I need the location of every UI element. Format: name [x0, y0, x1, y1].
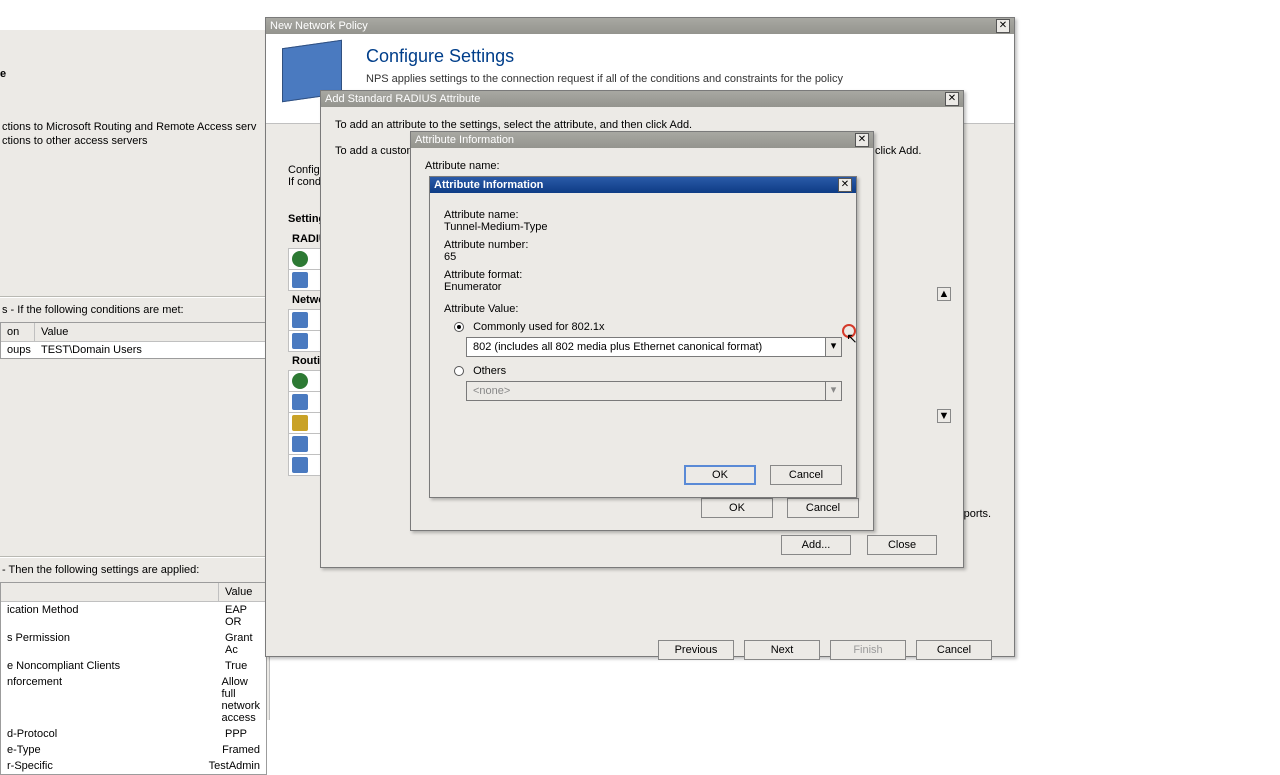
- rras-icon: [292, 457, 308, 473]
- settings-row: nforcementAllow full network access: [1, 674, 266, 726]
- ai2-title: Attribute Information: [434, 177, 543, 193]
- cancel-button[interactable]: Cancel: [916, 640, 992, 660]
- ai1-name-label: Attribute name:: [425, 160, 859, 172]
- cancel-button[interactable]: Cancel: [770, 465, 842, 485]
- attr-format-value: Enumerator: [444, 281, 842, 293]
- asr-title: Add Standard RADIUS Attribute: [325, 91, 480, 107]
- rras-icon: [292, 394, 308, 410]
- settings-row: ication MethodEAP OR: [1, 602, 266, 630]
- setting-value: PPP: [219, 726, 266, 742]
- cond-cell: oups: [1, 342, 35, 358]
- scroll-down-icon[interactable]: ▼: [937, 409, 951, 423]
- scroll-up-icon[interactable]: ▲: [937, 287, 951, 301]
- page-subtext: NPS applies settings to the connection r…: [366, 73, 1002, 85]
- setting-value: True: [219, 658, 266, 674]
- close-icon[interactable]: ✕: [855, 133, 869, 147]
- setting-name: r-Specific: [1, 758, 203, 774]
- attr-name-label: Attribute name:: [444, 209, 842, 221]
- radio-others[interactable]: [454, 366, 464, 376]
- npp-title: New Network Policy: [270, 18, 368, 34]
- bg-title-fragment: e: [0, 68, 40, 83]
- setting-value: Grant Ac: [219, 630, 266, 658]
- close-icon[interactable]: ✕: [945, 92, 959, 106]
- combo-8021x-value[interactable]: 802 (includes all 802 media plus Etherne…: [466, 337, 842, 357]
- conditions-header: s - If the following conditions are met:: [0, 302, 269, 322]
- settings-header: - Then the following settings are applie…: [0, 562, 269, 582]
- close-button[interactable]: Close: [867, 535, 937, 555]
- attribute-information-dialog-2: Attribute Information ✕ Attribute name: …: [429, 176, 857, 498]
- setting-value: Framed: [216, 742, 266, 758]
- setting-name: e Noncompliant Clients: [1, 658, 219, 674]
- nap-icon: [292, 333, 308, 349]
- radio-others-label: Others: [473, 365, 506, 377]
- finish-button: Finish: [830, 640, 906, 660]
- next-button[interactable]: Next: [744, 640, 820, 660]
- setting-value: EAP OR: [219, 602, 266, 630]
- lock-icon: [292, 415, 308, 431]
- setting-name: nforcement: [1, 674, 215, 726]
- attr-icon: [292, 272, 308, 288]
- cancel-button[interactable]: Cancel: [787, 498, 859, 518]
- cond-col-value: Value: [35, 323, 266, 341]
- globe-icon: [292, 251, 308, 267]
- setting-value: TestAdmin: [203, 758, 266, 774]
- attr-number-value: 65: [444, 251, 842, 263]
- ok-button[interactable]: OK: [701, 498, 773, 518]
- ai1-title: Attribute Information: [415, 132, 514, 148]
- attr-value-label: Attribute Value:: [444, 303, 842, 315]
- settings-row: e-TypeFramed: [1, 742, 266, 758]
- close-icon[interactable]: ✕: [838, 178, 852, 192]
- rras-icon: [292, 436, 308, 452]
- bg-description: ctions to Microsoft Routing and Remote A…: [0, 120, 278, 148]
- attr-name-value: Tunnel-Medium-Type: [444, 221, 842, 233]
- nap-icon: [292, 312, 308, 328]
- attr-format-label: Attribute format:: [444, 269, 842, 281]
- previous-button[interactable]: Previous: [658, 640, 734, 660]
- cond-cell: TEST\Domain Users: [35, 342, 266, 358]
- set-col-setting: [1, 583, 219, 601]
- radio-common-label: Commonly used for 802.1x: [473, 321, 604, 333]
- setting-name: s Permission: [1, 630, 219, 658]
- settings-row: r-SpecificTestAdmin: [1, 758, 266, 774]
- set-col-value: Value: [219, 583, 266, 601]
- add-button[interactable]: Add...: [781, 535, 851, 555]
- chevron-down-icon: ▾: [825, 382, 841, 400]
- chevron-down-icon[interactable]: ▾: [825, 338, 841, 356]
- settings-row: s PermissionGrant Ac: [1, 630, 266, 658]
- radio-common-8021x[interactable]: [454, 322, 464, 332]
- settings-row: d-ProtocolPPP: [1, 726, 266, 742]
- combo-others-value: <none> ▾: [466, 381, 842, 401]
- setting-name: e-Type: [1, 742, 216, 758]
- page-title: Configure Settings: [366, 46, 1002, 67]
- settings-row: e Noncompliant ClientsTrue: [1, 658, 266, 674]
- setting-value: Allow full network access: [215, 674, 266, 726]
- attr-number-label: Attribute number:: [444, 239, 842, 251]
- setting-name: d-Protocol: [1, 726, 219, 742]
- close-icon[interactable]: ✕: [996, 19, 1010, 33]
- globe-icon: [292, 373, 308, 389]
- asr-line1: To add an attribute to the settings, sel…: [335, 119, 949, 131]
- cond-col-condition: on: [1, 323, 35, 341]
- setting-name: ication Method: [1, 602, 219, 630]
- ok-button[interactable]: OK: [684, 465, 756, 485]
